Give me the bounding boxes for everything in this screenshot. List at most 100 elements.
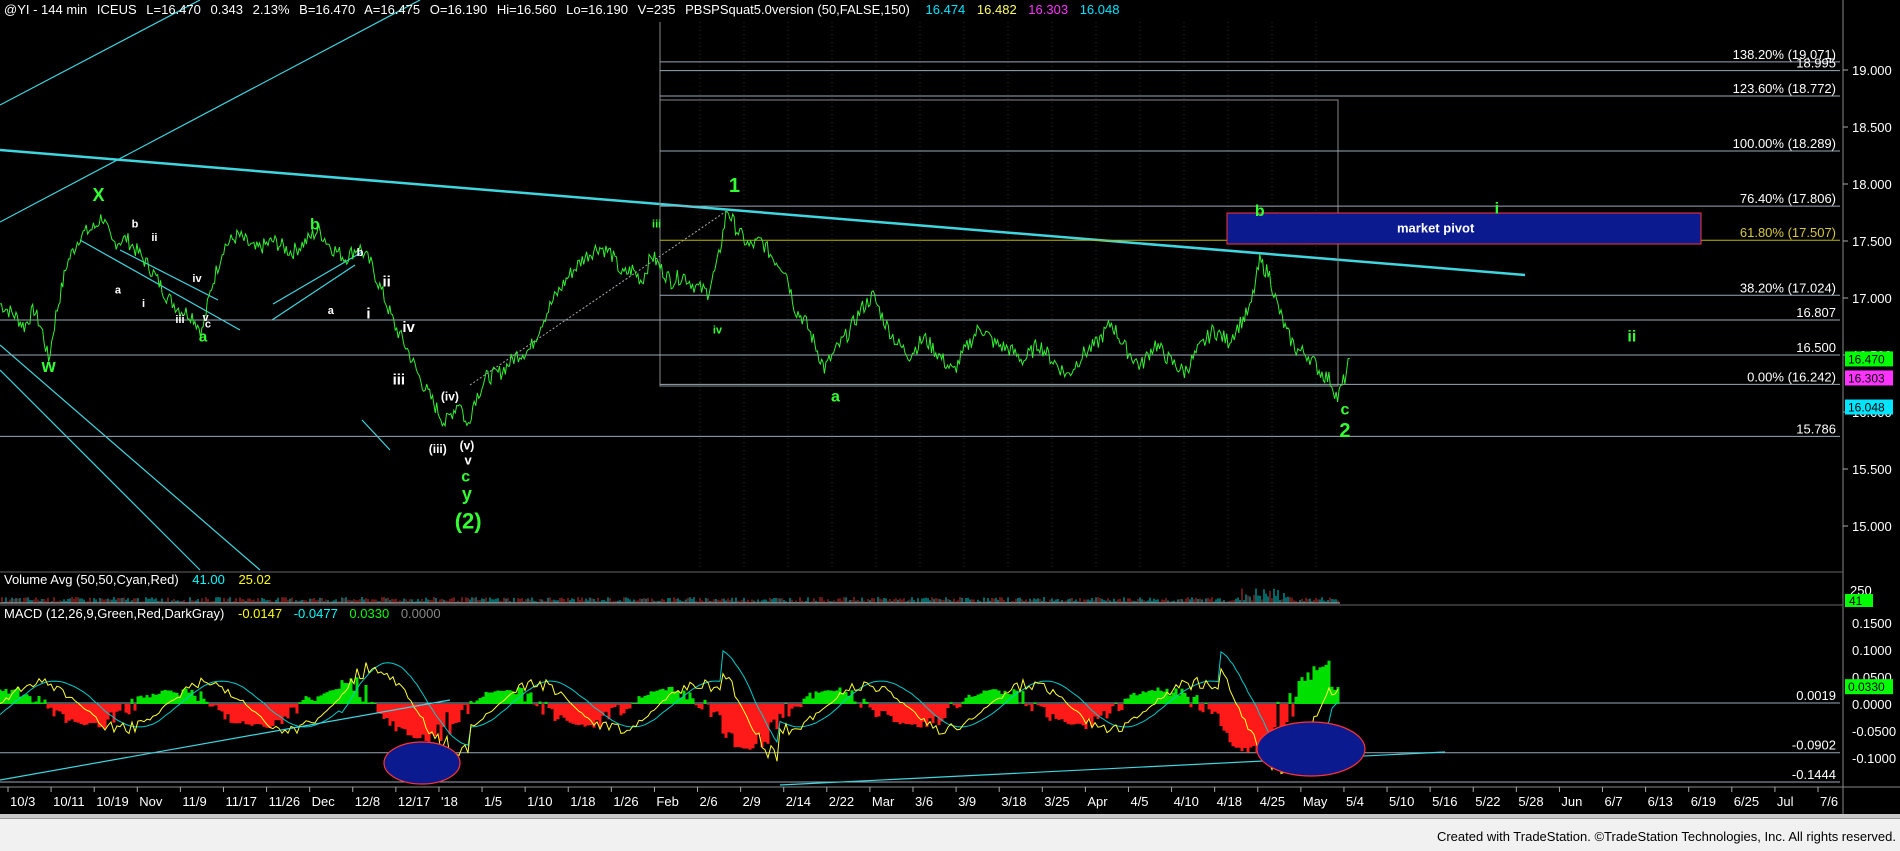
date-tick-label: 10/11 [53, 794, 85, 809]
price-tick-label: 15.000 [1852, 519, 1892, 534]
wave-label: a [831, 389, 840, 406]
date-tick-label: 11/9 [182, 794, 206, 809]
wave-label: iii [652, 218, 661, 230]
fib-level-label: 38.20% (17.024) [1740, 280, 1836, 295]
date-tick-label: May [1303, 794, 1328, 809]
net-change: 0.343 [210, 2, 243, 17]
date-tick-label: 1/18 [570, 794, 595, 809]
macd-level-label: -0.1444 [1792, 767, 1836, 782]
date-tick-label: 4/25 [1260, 794, 1285, 809]
date-tick-label: 11/26 [269, 794, 301, 809]
macd-label: MACD (12,26,9,Green,Red,DarkGray) [4, 606, 224, 621]
macd-header: MACD (12,26,9,Green,Red,DarkGray) -0.014… [4, 606, 441, 621]
date-tick-label: Nov [139, 794, 163, 809]
date-tick-label: 4/18 [1217, 794, 1242, 809]
wave-label: b [1255, 203, 1265, 220]
ask: A=16.475 [364, 2, 420, 17]
date-tick-label: 5/4 [1346, 794, 1364, 809]
price-panel [0, 0, 1845, 570]
wave-label: w [41, 356, 57, 376]
date-tick-label: 11/17 [225, 794, 257, 809]
wave-label: 1 [729, 175, 740, 197]
wave-label: (v) [460, 439, 475, 453]
date-tick-label: 6/19 [1691, 794, 1716, 809]
price-tick-label: 15.500 [1852, 462, 1892, 477]
volume-label: Volume Avg (50,50,Cyan,Red) [4, 572, 179, 587]
wave-label: (2) [455, 508, 482, 533]
macd-value-1: -0.0147 [238, 606, 282, 621]
date-tick-label: 3/6 [915, 794, 933, 809]
fib-level-label: 123.60% (18.772) [1733, 81, 1836, 96]
wave-label: i [366, 306, 370, 323]
symbol: @YI - 144 min [4, 2, 87, 17]
date-tick-label: 6/7 [1605, 794, 1623, 809]
indicator-value-3: 16.303 [1028, 2, 1068, 17]
wave-label: X [92, 185, 104, 205]
footer-bar: Created with TradeStation. ©TradeStation… [0, 818, 1900, 851]
wave-label: 2 [1339, 420, 1350, 442]
macd-line [0, 662, 1339, 775]
price-tag: 16.470 [1848, 352, 1885, 366]
wave-label: iv [713, 324, 723, 336]
price-tick-label: 18.500 [1852, 120, 1892, 135]
indicator-name: PBSPSquat5.0version (50,FALSE,150) [685, 2, 910, 17]
date-tick-label: 5/22 [1475, 794, 1500, 809]
date-tick-label: Dec [312, 794, 336, 809]
macd-tick-label: 0.0000 [1852, 697, 1892, 712]
macd-current-tag: 0.0330 [1848, 680, 1885, 694]
indicator-value-1: 16.474 [926, 2, 966, 17]
wave-label: ii [1627, 328, 1636, 345]
macd-value-2: -0.0477 [294, 606, 338, 621]
date-tick-label: 5/10 [1389, 794, 1414, 809]
price-axis: 19.00018.50018.00017.50017.00016.50016.0… [1843, 63, 1892, 534]
date-tick-label: 1/5 [484, 794, 502, 809]
wave-label: ii [151, 232, 157, 244]
date-tick-label: Jun [1561, 794, 1582, 809]
date-tick-label: 6/25 [1734, 794, 1759, 809]
date-tick-label: 10/19 [96, 794, 129, 809]
date-tick-label: 3/18 [1001, 794, 1026, 809]
date-tick-label: Jul [1777, 794, 1794, 809]
wave-label: a [115, 284, 122, 296]
wave-label: iii [175, 314, 184, 326]
price-tag: 16.303 [1848, 371, 1885, 385]
market-pivot-label: market pivot [1397, 220, 1475, 235]
date-tick-label: 5/16 [1432, 794, 1457, 809]
date-tick-label: 5/28 [1518, 794, 1543, 809]
indicator-value-4: 16.048 [1080, 2, 1120, 17]
wave-label: v [465, 452, 473, 467]
wave-label: a [199, 328, 208, 345]
wave-label: (iv) [441, 390, 459, 404]
wave-label: c [1340, 401, 1349, 418]
wave-label: iv [192, 273, 202, 285]
high: Hi=16.560 [497, 2, 557, 17]
fib-level-label: 15.786 [1796, 421, 1836, 436]
date-tick-label: '18 [441, 794, 458, 809]
date-tick-label: 2/22 [829, 794, 854, 809]
macd-axis: 0.15000.10000.05000.0000-0.0500-0.10000.… [1792, 616, 1896, 782]
date-axis: 10/3 10/11 10/19 Nov 11/9 11/17 11/26 Dec 12/8 12… [7, 787, 1838, 809]
date-tick-label: 4/10 [1174, 794, 1199, 809]
volume-header: Volume Avg (50,50,Cyan,Red) 41.00 25.02 [4, 572, 271, 587]
fib-level-label: 18.995 [1796, 56, 1836, 71]
wave-label: ii [383, 274, 391, 291]
date-tick-label: Apr [1087, 794, 1108, 809]
wave-label: b [132, 218, 139, 230]
fib-level-label: 0.00% (16.242) [1747, 369, 1836, 384]
macd-value-3: 0.0330 [349, 606, 389, 621]
fib-level-label: 16.500 [1796, 340, 1836, 355]
low: Lo=16.190 [566, 2, 628, 17]
date-tick-label: 2/9 [743, 794, 761, 809]
price-tick-label: 18.000 [1852, 177, 1892, 192]
date-tick-label: 3/25 [1044, 794, 1069, 809]
footer-credit: Created with TradeStation. ©TradeStation… [1436, 829, 1896, 844]
macd-divergence-ellipse-2 [1256, 721, 1366, 777]
volume-bars [0, 588, 1340, 604]
macd-value-4: 0.0000 [401, 606, 441, 621]
volume-tag: 41 [1849, 594, 1863, 608]
date-tick-label: 1/26 [613, 794, 638, 809]
wave-label: b [357, 247, 364, 259]
date-tick-label: 7/6 [1820, 794, 1838, 809]
macd-tick-label: -0.0500 [1852, 724, 1896, 739]
pct-change: 2.13% [253, 2, 290, 17]
